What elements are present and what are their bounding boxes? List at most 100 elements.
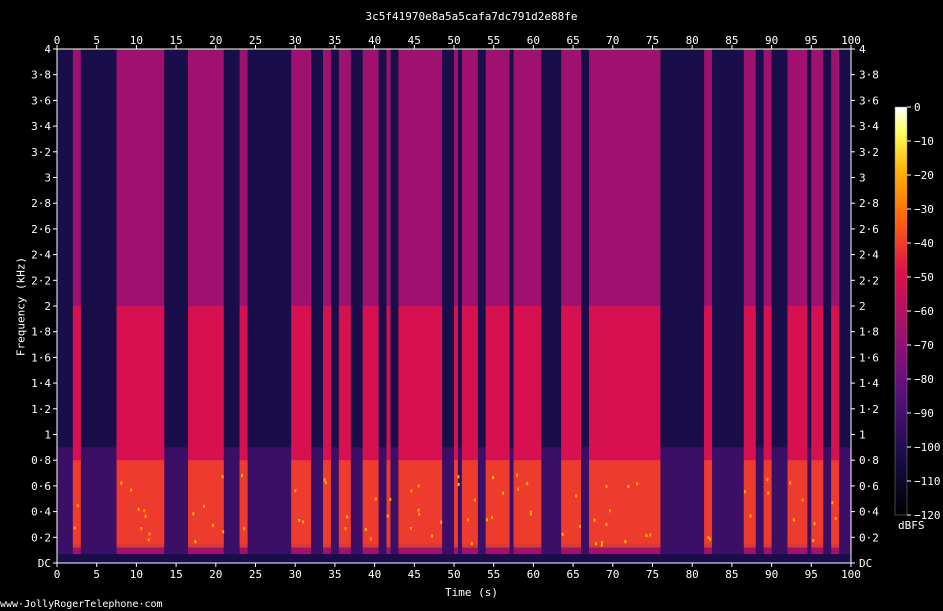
y-tick-label: 0·2: [31, 531, 51, 544]
formant-streak: [440, 520, 443, 524]
y-tick-label: 3·6: [31, 94, 51, 107]
formant-streak: [202, 504, 205, 508]
formant-streak: [389, 498, 392, 502]
x-tick-label: 95: [805, 34, 818, 47]
formant-streak: [369, 537, 372, 541]
x-tick-label: 35: [328, 34, 341, 47]
x-tick-label: 10: [130, 34, 143, 47]
formant-streak: [492, 476, 495, 480]
x-tick-label: 5: [93, 568, 100, 581]
formant-streak: [645, 534, 648, 538]
formant-streak: [831, 501, 834, 505]
colorbar-tick-label: −30: [914, 203, 934, 216]
colorbar-unit-label: dBFS: [898, 519, 925, 532]
segment-formants: [513, 460, 542, 548]
active-segment: [72, 49, 81, 563]
active-segment: [239, 49, 248, 563]
formant-streak: [294, 489, 297, 493]
formant-streak: [502, 491, 505, 495]
formant-streak: [517, 487, 520, 491]
formant-streak: [766, 477, 769, 481]
segment-formants: [704, 460, 713, 548]
formant-streak: [561, 532, 564, 536]
formant-streak: [212, 523, 215, 527]
formant-streak: [386, 514, 389, 518]
y-tick-label: 4: [859, 43, 866, 56]
active-segment: [704, 49, 713, 563]
x-tick-label: 75: [646, 568, 659, 581]
x-tick-label: 80: [686, 34, 699, 47]
spectrogram-chart: 0055101015152020252530303535404045455050…: [31, 34, 941, 581]
y-tick-label: 0·2: [859, 531, 879, 544]
y-tick-label: 2·2: [31, 274, 51, 287]
formant-streak: [148, 532, 151, 536]
formant-streak: [707, 536, 710, 540]
segment-formants: [561, 460, 582, 548]
x-tick-label: 30: [289, 568, 302, 581]
formant-streak: [130, 488, 133, 492]
formant-streak: [575, 494, 578, 498]
y-tick-label: 0·8: [859, 454, 879, 467]
active-segment: [513, 49, 542, 563]
formant-streak: [789, 481, 792, 485]
formant-streak: [608, 509, 611, 513]
formant-streak: [485, 518, 488, 522]
formant-streak: [600, 543, 603, 547]
x-tick-label: 25: [249, 568, 262, 581]
y-tick-label: 3: [44, 172, 51, 185]
formant-streak: [302, 520, 305, 524]
y-axis-label: Frequency (kHz): [14, 256, 28, 357]
x-tick-label: 80: [686, 568, 699, 581]
y-tick-label: 1·2: [859, 403, 879, 416]
formant-streak: [243, 527, 246, 531]
x-tick-label: 0: [54, 568, 61, 581]
formant-streak: [192, 512, 195, 516]
x-tick-label: 20: [209, 568, 222, 581]
y-tick-label: DC: [859, 557, 872, 570]
formant-streak: [649, 533, 652, 537]
formant-streak: [812, 538, 815, 542]
segment-formants: [743, 460, 756, 548]
active-segment: [188, 49, 225, 563]
y-tick-label: 3: [859, 172, 866, 185]
active-segment: [743, 49, 756, 563]
active-segment: [362, 49, 379, 563]
colorbar-tick-label: −70: [914, 339, 934, 352]
formant-streak: [457, 482, 460, 486]
y-tick-label: 1·4: [859, 377, 879, 390]
formant-streak: [120, 481, 123, 485]
y-tick-label: 3·8: [859, 69, 879, 82]
x-tick-label: 85: [725, 568, 738, 581]
active-segment: [116, 49, 165, 563]
formant-streak: [221, 475, 224, 479]
formant-streak: [605, 522, 608, 526]
x-tick-label: 5: [93, 34, 100, 47]
formant-streak: [792, 518, 795, 522]
x-tick-label: 90: [765, 568, 778, 581]
formant-streak: [409, 526, 412, 530]
y-tick-label: DC: [38, 557, 51, 570]
segment-formants: [239, 460, 248, 548]
colorbar-tick-label: −10: [914, 135, 934, 148]
segment-formants: [811, 460, 824, 548]
formant-streak: [767, 491, 770, 495]
segment-formants: [338, 460, 351, 548]
formant-streak: [516, 473, 519, 477]
y-tick-label: 1: [44, 429, 51, 442]
y-tick-label: 1·4: [31, 377, 51, 390]
segment-formants: [291, 460, 312, 548]
formant-streak: [346, 515, 349, 519]
formant-streak: [636, 482, 639, 486]
active-segment: [811, 49, 824, 563]
formant-streak: [324, 481, 327, 485]
x-axis-label: Time (s): [445, 586, 498, 599]
x-tick-label: 10: [130, 568, 143, 581]
active-segment: [398, 49, 443, 563]
segment-formants: [398, 460, 443, 548]
y-tick-label: 1·8: [859, 326, 879, 339]
formant-streak: [801, 498, 804, 502]
y-tick-label: 1·6: [31, 351, 51, 364]
colorbar-tick-label: −110: [914, 475, 941, 488]
segment-formants: [454, 460, 458, 548]
active-segment: [561, 49, 582, 563]
